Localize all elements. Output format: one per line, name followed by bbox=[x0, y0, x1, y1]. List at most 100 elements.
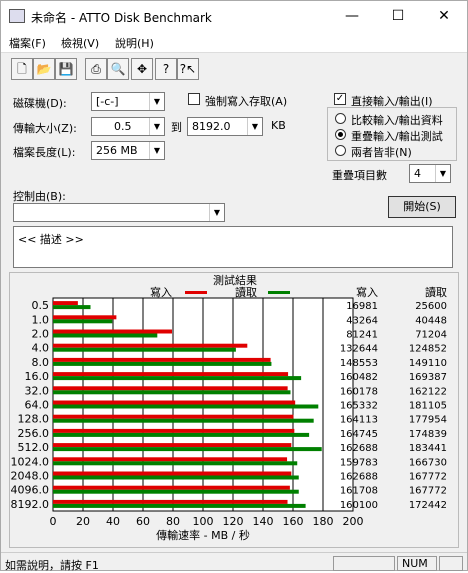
bar-write bbox=[53, 485, 290, 490]
transfer-to-select[interactable]: 8192.0 ▼ bbox=[187, 117, 263, 136]
legend-write-swatch bbox=[185, 291, 207, 294]
queue-depth-select[interactable]: 4 ▼ bbox=[409, 164, 451, 183]
force-write-checkbox[interactable] bbox=[188, 93, 200, 105]
results-chart: 測試結果寫入 讀取 寫入 讀取 0 20 40 60 80 100 120 140 160 180 200 傳… bbox=[11, 273, 448, 542]
y-tick-label: 4.0 bbox=[32, 342, 50, 355]
legend-read-swatch bbox=[268, 291, 290, 294]
app-window: 未命名 - ATTO Disk Benchmark — ☐ ✕ 檔案(F) 檢視… bbox=[0, 0, 468, 572]
radio-overlap-label: 重疊輸入/輸出測試 bbox=[351, 130, 443, 143]
print-preview-icon[interactable]: 🔍 bbox=[107, 58, 129, 80]
value-write: 164113 bbox=[340, 415, 378, 426]
value-write: 160100 bbox=[340, 500, 378, 511]
radio-overlap[interactable] bbox=[335, 129, 346, 140]
x-tick-label: 140 bbox=[253, 515, 274, 528]
radio-compare-label: 比較輸入/輸出資料 bbox=[351, 114, 443, 127]
bar-read bbox=[53, 432, 310, 437]
file-length-select[interactable]: 256 MB ▼ bbox=[91, 141, 165, 160]
minimize-button[interactable]: — bbox=[329, 1, 375, 31]
radio-neither[interactable] bbox=[335, 145, 346, 156]
maximize-button[interactable]: ☐ bbox=[375, 1, 421, 31]
to-label: 到 bbox=[171, 121, 182, 134]
bar-write bbox=[53, 471, 292, 476]
description-field[interactable]: << 描述 >> bbox=[13, 226, 453, 268]
value-read: 167772 bbox=[409, 472, 447, 483]
radio-neither-label: 兩者皆非(N) bbox=[351, 146, 412, 159]
file-length-value: 256 MB bbox=[96, 144, 138, 157]
menu-file[interactable]: 檔案(F) bbox=[9, 35, 46, 51]
bar-write bbox=[53, 315, 117, 320]
value-read: 174839 bbox=[409, 429, 447, 440]
x-tick-label: 200 bbox=[343, 515, 364, 528]
toolbar: 🗋 📂 💾 ⎙ 🔍 ✥ ? ?↖ bbox=[1, 56, 467, 82]
kb-label: KB bbox=[271, 119, 286, 132]
value-read: 181105 bbox=[409, 401, 447, 412]
bar-write bbox=[53, 428, 295, 433]
value-write: 43264 bbox=[346, 315, 378, 326]
value-read: 149110 bbox=[409, 358, 447, 369]
open-icon[interactable]: 📂 bbox=[33, 58, 55, 80]
bar-write bbox=[53, 329, 173, 334]
queue-depth-label: 重疊項目數 bbox=[332, 169, 387, 182]
window-title: 未命名 - ATTO Disk Benchmark bbox=[31, 11, 212, 25]
bar-read bbox=[53, 404, 319, 409]
new-icon[interactable]: 🗋 bbox=[11, 58, 33, 80]
status-bar: 如需說明，請按 F1 NUM bbox=[1, 552, 467, 572]
bar-write bbox=[53, 357, 271, 362]
value-write: 164745 bbox=[340, 429, 378, 440]
y-tick-label: 4096.0 bbox=[11, 484, 50, 497]
save-icon[interactable]: 💾 bbox=[55, 58, 77, 80]
queue-depth-value: 4 bbox=[414, 167, 421, 180]
start-button[interactable]: 開始(S) bbox=[388, 196, 456, 218]
close-button[interactable]: ✕ bbox=[421, 1, 467, 31]
bar-write bbox=[53, 499, 288, 504]
x-tick-label: 60 bbox=[136, 515, 150, 528]
y-tick-label: 64.0 bbox=[25, 399, 50, 412]
app-icon bbox=[9, 9, 25, 23]
control-select[interactable]: ▼ bbox=[13, 203, 225, 222]
value-write: 159783 bbox=[340, 457, 378, 468]
y-tick-label: 256.0 bbox=[18, 427, 50, 440]
value-read: 172442 bbox=[409, 500, 447, 511]
value-read: 40448 bbox=[415, 315, 447, 326]
force-write-label: 強制寫入存取(A) bbox=[205, 95, 288, 108]
bar-read bbox=[53, 461, 298, 466]
value-write: 148553 bbox=[340, 358, 378, 369]
move-icon[interactable]: ✥ bbox=[131, 58, 153, 80]
value-read: 169387 bbox=[409, 372, 447, 383]
value-read: 25600 bbox=[415, 301, 447, 312]
context-help-icon[interactable]: ?↖ bbox=[177, 58, 199, 80]
menu-bar: 檔案(F) 檢視(V) 說明(H) bbox=[1, 31, 467, 53]
y-tick-label: 16.0 bbox=[25, 370, 50, 383]
value-read: 183441 bbox=[409, 443, 447, 454]
value-read: 166730 bbox=[409, 457, 447, 468]
transfer-size-label: 傳輸大小(Z): bbox=[13, 122, 77, 135]
column-header-write: 寫入 bbox=[356, 285, 378, 299]
drive-select[interactable]: [-c-] ▼ bbox=[91, 92, 165, 111]
bar-read bbox=[53, 418, 314, 423]
bar-write bbox=[53, 414, 294, 419]
chevron-down-icon: ▼ bbox=[149, 142, 164, 159]
bar-write bbox=[53, 372, 289, 377]
x-tick-label: 180 bbox=[313, 515, 334, 528]
drive-value: [-c-] bbox=[96, 95, 119, 108]
control-label: 控制由(B): bbox=[13, 190, 66, 203]
chevron-down-icon: ▼ bbox=[247, 118, 262, 135]
chevron-down-icon: ▼ bbox=[209, 204, 224, 221]
status-box-3 bbox=[439, 556, 463, 571]
value-write: 160482 bbox=[340, 372, 378, 383]
status-box-1 bbox=[333, 556, 395, 571]
radio-compare[interactable] bbox=[335, 113, 346, 124]
legend-read-label: 讀取 bbox=[235, 285, 257, 299]
y-tick-label: 128.0 bbox=[18, 413, 50, 426]
value-read: 162122 bbox=[409, 386, 447, 397]
menu-view[interactable]: 檢視(V) bbox=[61, 35, 99, 51]
print-icon[interactable]: ⎙ bbox=[85, 58, 107, 80]
help-icon[interactable]: ? bbox=[155, 58, 177, 80]
menu-help[interactable]: 說明(H) bbox=[115, 35, 154, 51]
y-tick-label: 8.0 bbox=[32, 356, 50, 369]
value-read: 167772 bbox=[409, 486, 447, 497]
y-tick-label: 1024.0 bbox=[11, 455, 50, 468]
chevron-down-icon: ▼ bbox=[149, 118, 164, 135]
transfer-from-select[interactable]: 0.5 ▼ bbox=[91, 117, 165, 136]
direct-io-checkbox[interactable]: ✓ bbox=[334, 93, 346, 105]
